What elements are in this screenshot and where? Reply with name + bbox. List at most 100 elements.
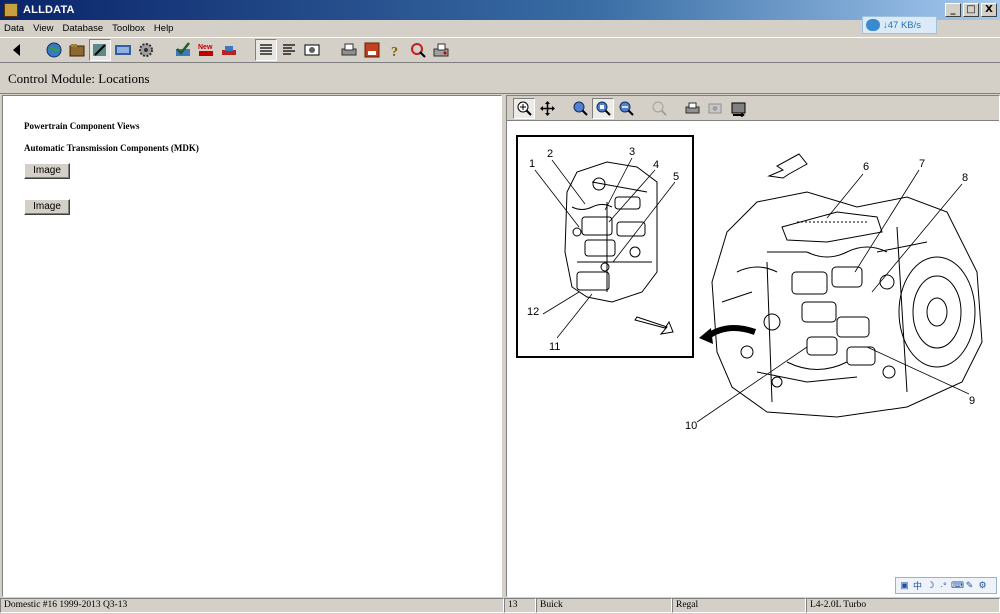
fax-button[interactable] [430,39,452,61]
text-icon [283,44,295,55]
zoom-region-button[interactable] [569,98,591,119]
tsb-button[interactable] [112,39,134,61]
callout-10: 10 [685,420,697,432]
page-title: Control Module: Locations [8,70,150,86]
menu-toolbox[interactable]: Toolbox [112,23,145,34]
zoom-fit-button[interactable] [592,97,614,119]
fax-icon [433,43,449,57]
ime-chinese-button[interactable]: 中 [912,579,923,592]
export-image-button[interactable] [727,98,749,119]
zoom-fit-icon [596,101,611,116]
close-button[interactable]: X [981,3,997,17]
callout-8: 8 [962,172,968,184]
tools-icon [93,44,106,56]
zoom-in-icon [517,101,532,116]
pan-button[interactable] [536,98,558,119]
export-icon [731,102,745,117]
menu-data[interactable]: Data [4,23,24,34]
inset-frame [516,135,694,358]
new-car-icon: New [198,44,213,56]
gear-button[interactable] [135,39,157,61]
menu-view[interactable]: View [33,23,53,34]
status-model: Regal [672,598,806,613]
folder-button[interactable] [66,39,88,61]
car-icon [222,46,236,55]
image-view-button[interactable] [301,39,323,61]
tsb-icon [115,45,131,55]
list-button[interactable] [255,39,277,61]
curved-arrow-head [699,328,713,344]
print-button[interactable] [338,39,360,61]
zoom-out-icon [619,101,634,116]
main-leader-lines [696,169,970,423]
copy-icon [708,103,721,113]
globe-button[interactable] [43,39,65,61]
zoom-in-button[interactable] [513,97,535,119]
back-button[interactable] [6,39,28,61]
globe-icon [46,42,62,58]
callout-7: 7 [919,158,925,170]
zoom-button[interactable] [407,39,429,61]
menu-help[interactable]: Help [154,23,174,34]
status-database: Domestic #16 1999-2013 Q3-13 [0,598,504,613]
image-view-icon [304,44,320,56]
ime-punct-icon[interactable]: ·° [938,581,949,591]
callout-5: 5 [673,171,679,183]
print-icon [341,43,357,56]
back-icon [13,44,20,56]
curved-arrow [705,325,757,340]
checkmark-button[interactable] [172,39,194,61]
folder-icon [69,44,85,57]
add-icon [364,42,380,58]
image-pane: 1 2 3 4 5 6 7 8 9 10 11 12 [506,95,1000,597]
minimize-button[interactable]: _ [945,3,961,17]
main-view-arrow [767,153,808,179]
add-button[interactable] [361,39,383,61]
status-year: 13 [504,598,536,613]
image-toolbar [507,96,999,121]
transmission-diagram: 1 2 3 4 5 6 7 8 9 10 11 12 [516,135,983,432]
ime-tray-icon[interactable]: ▣ [899,580,910,591]
section-heading: Powertrain Component Views [24,121,140,131]
tools-button[interactable] [89,39,111,61]
network-speed-text: ↓47 KB/s [883,19,922,31]
text-button[interactable] [278,39,300,61]
list-icon [260,44,272,55]
svg-text:New: New [198,44,213,51]
checkmark-icon [176,42,190,56]
window-controls: _ □ X [945,3,997,17]
content-pane: Powertrain Component Views Automatic Tra… [2,95,502,597]
ime-moon-icon[interactable]: ☽ [925,580,936,591]
svg-text:?: ? [391,45,398,59]
transmission-drawing [711,191,983,418]
car-button[interactable] [218,39,240,61]
gear-icon [139,43,153,57]
ime-keyboard-icon[interactable]: ⌨ [951,580,964,591]
callout-12: 12 [527,306,539,318]
zoom-disabled-button [648,98,670,119]
image-button-1[interactable]: Image [24,163,70,179]
print-icon [685,102,699,113]
callout-1: 1 [529,158,535,170]
zoom-out-button[interactable] [615,98,637,119]
network-icon [866,19,880,31]
zoom-region-icon [573,101,588,116]
print-image-button[interactable] [681,98,703,119]
maximize-button[interactable]: □ [963,3,979,17]
pan-icon [539,100,555,116]
ime-tray: ▣ 中 ☽ ·° ⌨ ✎ ⚙ [895,577,997,594]
ime-settings-icon[interactable]: ⚙ [977,580,988,591]
image-button-2[interactable]: Image [24,199,70,215]
app-icon [4,3,18,17]
new-car-button[interactable]: New [195,39,217,61]
page-title-bar: Control Module: Locations [0,64,1000,94]
main-toolbar: New ? [0,37,1000,63]
network-speed-widget: ↓47 KB/s [862,16,937,34]
status-engine: L4-2.0L Turbo [806,598,1000,613]
callout-6: 6 [863,161,869,173]
window-title: ALLDATA [23,4,75,16]
ime-pen-icon[interactable]: ✎ [964,580,975,591]
help-icon: ? [391,45,398,59]
menu-database[interactable]: Database [63,23,104,34]
help-button[interactable]: ? [384,39,406,61]
